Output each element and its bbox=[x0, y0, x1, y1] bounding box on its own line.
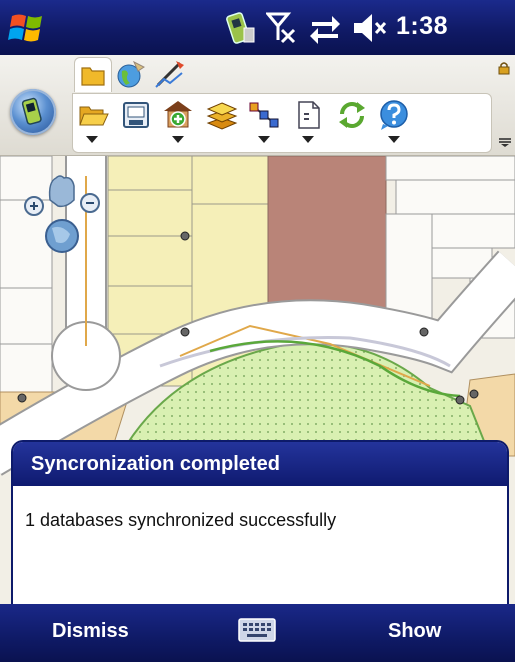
globe-tab-icon bbox=[117, 60, 145, 88]
refresh-icon[interactable] bbox=[335, 98, 369, 132]
zoom-in-button[interactable] bbox=[22, 194, 46, 218]
tool-panel bbox=[72, 93, 492, 153]
help-dropdown-arrow[interactable] bbox=[388, 136, 400, 143]
add-layer-dropdown-arrow[interactable] bbox=[172, 136, 184, 143]
tab-edit[interactable] bbox=[152, 57, 188, 91]
edit-tab-icon bbox=[155, 61, 184, 88]
pan-hand-button[interactable] bbox=[48, 174, 76, 206]
layers-icon[interactable] bbox=[205, 98, 239, 132]
device-app-icon bbox=[21, 97, 42, 125]
phone-battery-icon[interactable] bbox=[224, 10, 258, 46]
tab-file[interactable] bbox=[74, 57, 112, 92]
speaker-mute-icon[interactable] bbox=[352, 10, 388, 46]
sync-arrows-icon[interactable] bbox=[308, 10, 342, 46]
show-softkey[interactable]: Show bbox=[388, 620, 441, 643]
ribbon-tabs bbox=[70, 55, 510, 95]
dismiss-softkey[interactable]: Dismiss bbox=[52, 620, 129, 643]
softkey-bar: Dismiss Show bbox=[0, 604, 515, 662]
notification-title: Syncronization completed bbox=[13, 442, 507, 486]
folder-tab-icon bbox=[81, 67, 105, 86]
app-menu-button[interactable] bbox=[10, 89, 56, 135]
lock-icon[interactable] bbox=[497, 61, 511, 75]
no-signal-icon[interactable] bbox=[266, 10, 298, 46]
document-dropdown-arrow[interactable] bbox=[302, 136, 314, 143]
save-icon[interactable] bbox=[119, 98, 153, 132]
nodes-dropdown-arrow[interactable] bbox=[258, 136, 270, 143]
clock-time[interactable]: 1:38 bbox=[396, 12, 448, 41]
ribbon-toolbar bbox=[0, 55, 515, 156]
add-layer-icon[interactable] bbox=[161, 98, 195, 132]
open-folder-icon[interactable] bbox=[77, 98, 111, 132]
keyboard-icon[interactable] bbox=[238, 616, 276, 644]
status-bar: 1:38 bbox=[0, 0, 515, 55]
more-tools-icon[interactable] bbox=[498, 137, 512, 147]
help-icon[interactable] bbox=[377, 98, 411, 132]
windows-start-icon[interactable] bbox=[8, 8, 48, 48]
zoom-out-button[interactable] bbox=[79, 191, 103, 215]
full-extent-globe-button[interactable] bbox=[45, 219, 79, 253]
open-folder-dropdown-arrow[interactable] bbox=[86, 136, 98, 143]
notification-bubble: Syncronization completed 1 databases syn… bbox=[11, 440, 509, 606]
notification-message: 1 databases synchronized successfully bbox=[25, 510, 337, 530]
tab-map[interactable] bbox=[112, 57, 148, 91]
nodes-icon[interactable] bbox=[247, 98, 281, 132]
document-icon[interactable] bbox=[291, 98, 325, 132]
